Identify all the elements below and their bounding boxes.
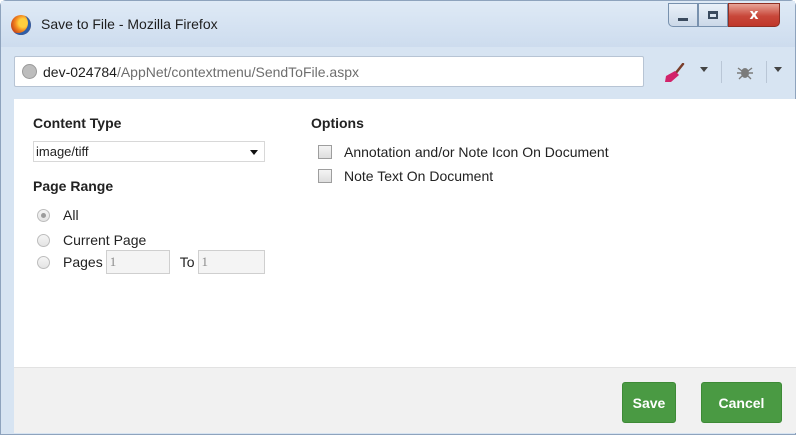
maximize-button[interactable] xyxy=(698,3,728,27)
chevron-down-icon xyxy=(250,150,258,155)
dialog-footer: Save Cancel xyxy=(14,367,796,433)
content-type-label: Content Type xyxy=(33,115,122,131)
page-range-label: Page Range xyxy=(33,178,114,194)
option-annotation-row[interactable]: Annotation and/or Note Icon On Document xyxy=(318,144,609,160)
globe-icon xyxy=(22,64,37,79)
radio-all[interactable] xyxy=(37,208,50,222)
save-button[interactable]: Save xyxy=(622,382,676,423)
dialog-content: Content Type image/tiff Page Range All C… xyxy=(14,99,796,367)
bug-dropdown-arrow-icon[interactable] xyxy=(774,67,782,72)
annotation-checkbox[interactable] xyxy=(318,145,332,159)
note-text-checkbox-label: Note Text On Document xyxy=(344,168,494,184)
maximize-icon xyxy=(708,11,718,19)
pages-to-label: To xyxy=(179,254,195,270)
window-title: Save to File - Mozilla Firefox xyxy=(41,16,218,32)
note-text-checkbox[interactable] xyxy=(318,169,332,183)
url-host: dev-024784 xyxy=(43,63,117,80)
radio-row-current-page[interactable]: Current Page xyxy=(37,232,146,248)
url-path: /AppNet/contextmenu/SendToFile.aspx xyxy=(116,63,359,80)
radio-current-page-label: Current Page xyxy=(63,232,147,248)
browser-popup-window: Save to File - Mozilla Firefox x dev-024… xyxy=(0,0,796,435)
options-label: Options xyxy=(311,115,364,131)
radio-row-all[interactable]: All xyxy=(37,207,79,223)
close-button[interactable]: x xyxy=(728,3,780,27)
radio-current-page[interactable] xyxy=(37,233,50,247)
bug-icon[interactable] xyxy=(736,64,754,80)
toolbar-separator xyxy=(721,61,722,83)
option-note-text-row[interactable]: Note Text On Document xyxy=(318,168,493,184)
title-bar[interactable]: Save to File - Mozilla Firefox x xyxy=(1,1,795,47)
annotation-checkbox-label: Annotation and/or Note Icon On Document xyxy=(344,144,609,160)
minimize-button[interactable] xyxy=(668,3,698,27)
pages-to-input[interactable]: 1 xyxy=(197,250,265,274)
firefox-icon xyxy=(11,15,31,35)
radio-all-label: All xyxy=(63,207,79,223)
content-type-select[interactable]: image/tiff xyxy=(33,141,265,162)
minimize-icon xyxy=(678,17,688,21)
address-bar[interactable]: dev-024784/AppNet/contextmenu/SendToFile… xyxy=(14,56,644,87)
toolbar-separator xyxy=(766,61,767,83)
cancel-button[interactable]: Cancel xyxy=(701,382,782,423)
content-type-value: image/tiff xyxy=(36,144,89,159)
radio-row-pages[interactable]: Pages 1 To 1 xyxy=(37,250,265,274)
broom-dropdown-arrow-icon[interactable] xyxy=(700,67,708,72)
close-icon: x xyxy=(749,7,759,23)
radio-pages[interactable] xyxy=(37,255,50,269)
radio-pages-label: Pages xyxy=(63,254,103,270)
broom-icon[interactable] xyxy=(663,63,687,83)
pages-from-input[interactable]: 1 xyxy=(105,250,170,274)
